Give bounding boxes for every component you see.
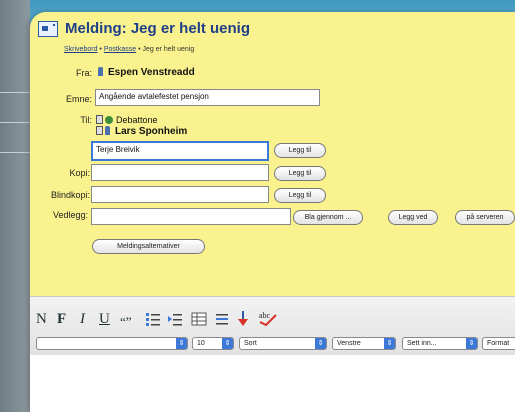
side-divider bbox=[0, 152, 30, 153]
message-window: Melding: Jeg er helt uenig Skrivebord • … bbox=[30, 12, 515, 412]
copy-label: Kopi: bbox=[69, 168, 90, 178]
subject-label: Emne: bbox=[65, 94, 92, 104]
insert-select[interactable]: Sett inn... ⇕ bbox=[402, 337, 478, 350]
bcc-label: Blindkopi: bbox=[50, 190, 90, 200]
browse-button[interactable]: Bla gjennom ... bbox=[293, 210, 363, 225]
table-icon[interactable] bbox=[191, 311, 207, 327]
color-select[interactable]: Sort ⇕ bbox=[239, 337, 327, 350]
from-label: Fra: bbox=[75, 68, 92, 78]
font-select[interactable]: ⇕ bbox=[36, 337, 188, 350]
remove-icon[interactable] bbox=[96, 115, 103, 124]
compose-header: Melding: Jeg er helt uenig Skrivebord • … bbox=[30, 12, 515, 296]
editor-area: N F I U “” abc ⇕ 10 ⇕ Sort ⇕ Venstre ⇕ S… bbox=[30, 296, 515, 412]
recipient-item[interactable]: Lars Sponheim bbox=[96, 126, 187, 137]
window-title: Melding: Jeg er helt uenig bbox=[65, 20, 251, 37]
select-arrow-icon: ⇕ bbox=[466, 338, 477, 349]
breadcrumb-current: Jeg er helt uenig bbox=[142, 46, 195, 53]
person-icon bbox=[105, 126, 110, 135]
add-recipient-button[interactable]: Legg til bbox=[274, 143, 326, 158]
breadcrumb: Skrivebord • Postkasse • Jeg er helt uen… bbox=[64, 46, 195, 53]
rule-icon[interactable] bbox=[214, 311, 230, 327]
select-arrow-icon: ⇕ bbox=[384, 338, 395, 349]
breadcrumb-mailbox[interactable]: Postkasse bbox=[104, 46, 136, 53]
breadcrumb-desktop[interactable]: Skrivebord bbox=[64, 46, 97, 53]
to-label: Til: bbox=[80, 115, 92, 125]
bcc-input[interactable] bbox=[91, 186, 269, 203]
copy-input[interactable] bbox=[91, 164, 269, 181]
numbered-list-icon[interactable] bbox=[167, 311, 183, 327]
format-select[interactable]: Format bbox=[482, 337, 515, 350]
background-side bbox=[0, 0, 30, 412]
underline-button[interactable]: U bbox=[99, 311, 110, 328]
attachment-label: Vedlegg: bbox=[52, 210, 88, 220]
italic-button[interactable]: I bbox=[80, 311, 85, 328]
to-input[interactable]: Terje Breivik bbox=[91, 141, 269, 161]
bold-f-button[interactable]: F bbox=[57, 311, 66, 328]
bullet-list-icon[interactable] bbox=[145, 311, 161, 327]
svg-text:abc: abc bbox=[259, 311, 271, 320]
select-arrow-icon: ⇕ bbox=[176, 338, 187, 349]
link-icon[interactable] bbox=[237, 310, 249, 328]
recipient-item[interactable]: Debattone bbox=[96, 115, 158, 125]
spellcheck-icon[interactable]: abc bbox=[258, 309, 278, 327]
on-server-button[interactable]: på serveren bbox=[455, 210, 515, 225]
attachment-input[interactable] bbox=[91, 208, 291, 225]
window-title-row: Melding: Jeg er helt uenig bbox=[38, 20, 250, 37]
group-icon bbox=[105, 116, 113, 124]
subject-input[interactable]: Angående avtalefestet pensjon bbox=[95, 89, 320, 106]
person-icon bbox=[98, 67, 103, 76]
align-select[interactable]: Venstre ⇕ bbox=[332, 337, 396, 350]
remove-icon[interactable] bbox=[96, 126, 103, 135]
format-toolbar: N F I U “” abc ⇕ 10 ⇕ Sort ⇕ Venstre ⇕ S… bbox=[30, 297, 515, 355]
select-arrow-icon: ⇕ bbox=[315, 338, 326, 349]
attach-button[interactable]: Legg ved bbox=[388, 210, 438, 225]
quote-button[interactable]: “” bbox=[120, 314, 132, 330]
message-options-button[interactable]: Meldingsalternativer bbox=[92, 239, 205, 254]
side-divider bbox=[0, 122, 30, 123]
side-divider bbox=[0, 92, 30, 93]
bold-button[interactable]: N bbox=[36, 311, 47, 328]
from-value: Espen Venstreadd bbox=[98, 67, 195, 78]
add-bcc-button[interactable]: Legg til bbox=[274, 188, 326, 203]
message-body[interactable] bbox=[30, 355, 515, 412]
mail-icon bbox=[38, 20, 58, 37]
size-select[interactable]: 10 ⇕ bbox=[192, 337, 234, 350]
select-arrow-icon: ⇕ bbox=[222, 338, 233, 349]
add-copy-button[interactable]: Legg til bbox=[274, 166, 326, 181]
